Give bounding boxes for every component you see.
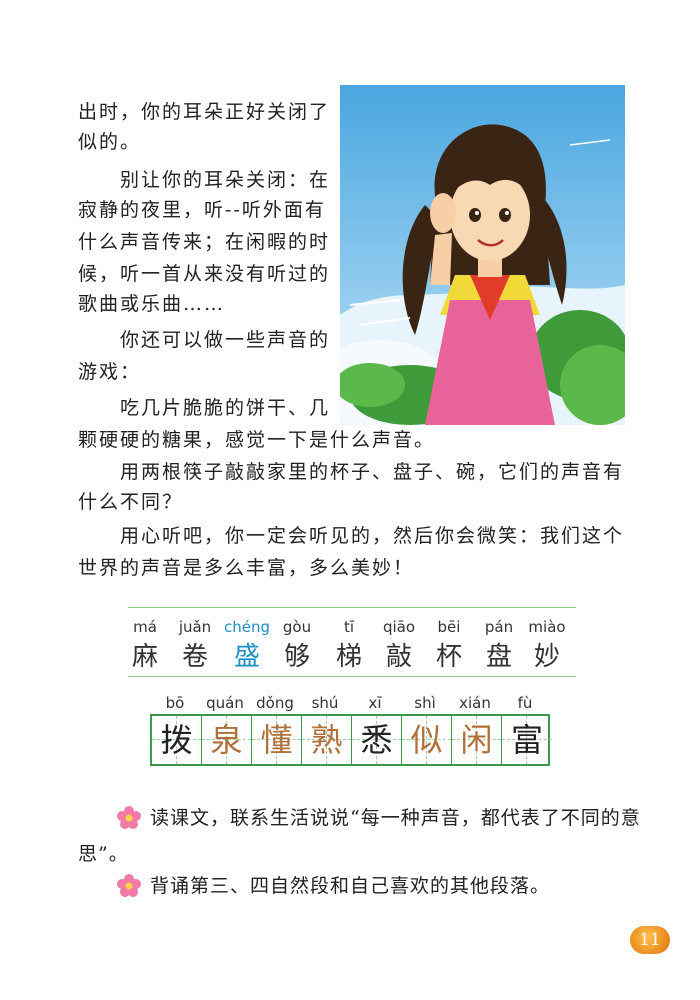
text-line: 吃几片脆脆的饼干、几 (120, 397, 331, 419)
grid-cell: 闲 (452, 716, 502, 764)
character: 盘 (485, 642, 512, 672)
grid-cell: 拨 (152, 716, 202, 764)
pinyin: miào (528, 618, 566, 636)
pinyin: shú (311, 694, 339, 712)
pinyin: quán (206, 694, 244, 712)
pinyin: bō (165, 694, 185, 712)
character: 悉 (360, 721, 393, 759)
character: 熟 (310, 721, 343, 759)
text-line: 似的。 (78, 131, 142, 153)
writing-grid: 拨 泉 懂 熟 悉 似 闲 富 (150, 714, 552, 766)
girl-listening-illustration (340, 85, 625, 425)
character: 似 (410, 721, 443, 759)
text-line: 候，听一首从来没有听过的 (78, 263, 331, 285)
vocab-top-rule (128, 607, 576, 608)
pinyin: fù (517, 694, 533, 712)
character: 够 (283, 642, 310, 672)
character: 敲 (385, 642, 412, 672)
pinyin: gòu (282, 618, 312, 636)
text-line: 出时，你的耳朵正好关闭了 (78, 101, 331, 123)
pinyin: chéng (223, 618, 270, 636)
text-line: 用心听吧，你一定会听见的，然后你会微笑：我们这个 (120, 525, 625, 547)
pinyin: dǒng (256, 694, 294, 712)
exercise-1-cont: 思”。 (78, 843, 129, 865)
character: 拨 (160, 721, 193, 759)
pink-flower-icon (117, 806, 141, 829)
text-line: 世界的声音是多么丰富，多么美妙！ (78, 557, 415, 579)
character: 卷 (181, 642, 208, 672)
character: 杯 (435, 642, 462, 672)
character: 富 (510, 721, 543, 759)
pinyin: má (133, 618, 157, 636)
grid-cell: 熟 (302, 716, 352, 764)
text-line: 什么不同？ (78, 491, 184, 513)
pink-flower-icon (117, 874, 141, 897)
text-line: 用两根筷子敲敲家里的杯子、盘子、碗，它们的声音有 (120, 461, 625, 483)
pinyin: bēi (437, 618, 461, 636)
grid-cell: 似 (402, 716, 452, 764)
grid-cell: 泉 (202, 716, 252, 764)
character: 懂 (260, 721, 293, 759)
pinyin: juǎn (178, 618, 212, 636)
text-line: 歌曲或乐曲…… (78, 293, 226, 315)
pinyin: tī (343, 618, 355, 636)
character: 妙 (533, 642, 560, 672)
text-line: 游戏： (78, 361, 142, 383)
character: 闲 (460, 721, 493, 759)
exercise-1: 读课文，联系生活说说“每一种声音，都代表了不同的意 (150, 807, 641, 829)
grid-cell: 懂 (252, 716, 302, 764)
pinyin: xián (459, 694, 491, 712)
text-line: 什么声音传来；在闲暇的时 (78, 231, 331, 253)
pinyin: shì (414, 694, 436, 712)
character: 泉 (210, 721, 243, 759)
pinyin: qiāo (382, 618, 416, 636)
character: 麻 (131, 642, 158, 672)
pinyin: xī (368, 694, 382, 712)
page-number-badge: 11 (630, 926, 670, 954)
exercise-2: 背诵第三、四自然段和自己喜欢的其他段落。 (150, 875, 551, 897)
vocab-bottom-rule (128, 676, 576, 677)
text-line: 寂静的夜里，听--听外面有 (78, 199, 326, 221)
text-line: 别让你的耳朵关闭：在 (120, 169, 331, 191)
grid-cell: 悉 (352, 716, 402, 764)
text-line: 你还可以做一些声音的 (120, 329, 331, 351)
text-line: 颗硬硬的糖果，感觉一下是什么声音。 (78, 429, 436, 451)
pinyin: pán (484, 618, 514, 636)
grid-cell: 富 (502, 716, 552, 764)
character: 梯 (335, 642, 362, 672)
character: 盛 (233, 642, 260, 672)
